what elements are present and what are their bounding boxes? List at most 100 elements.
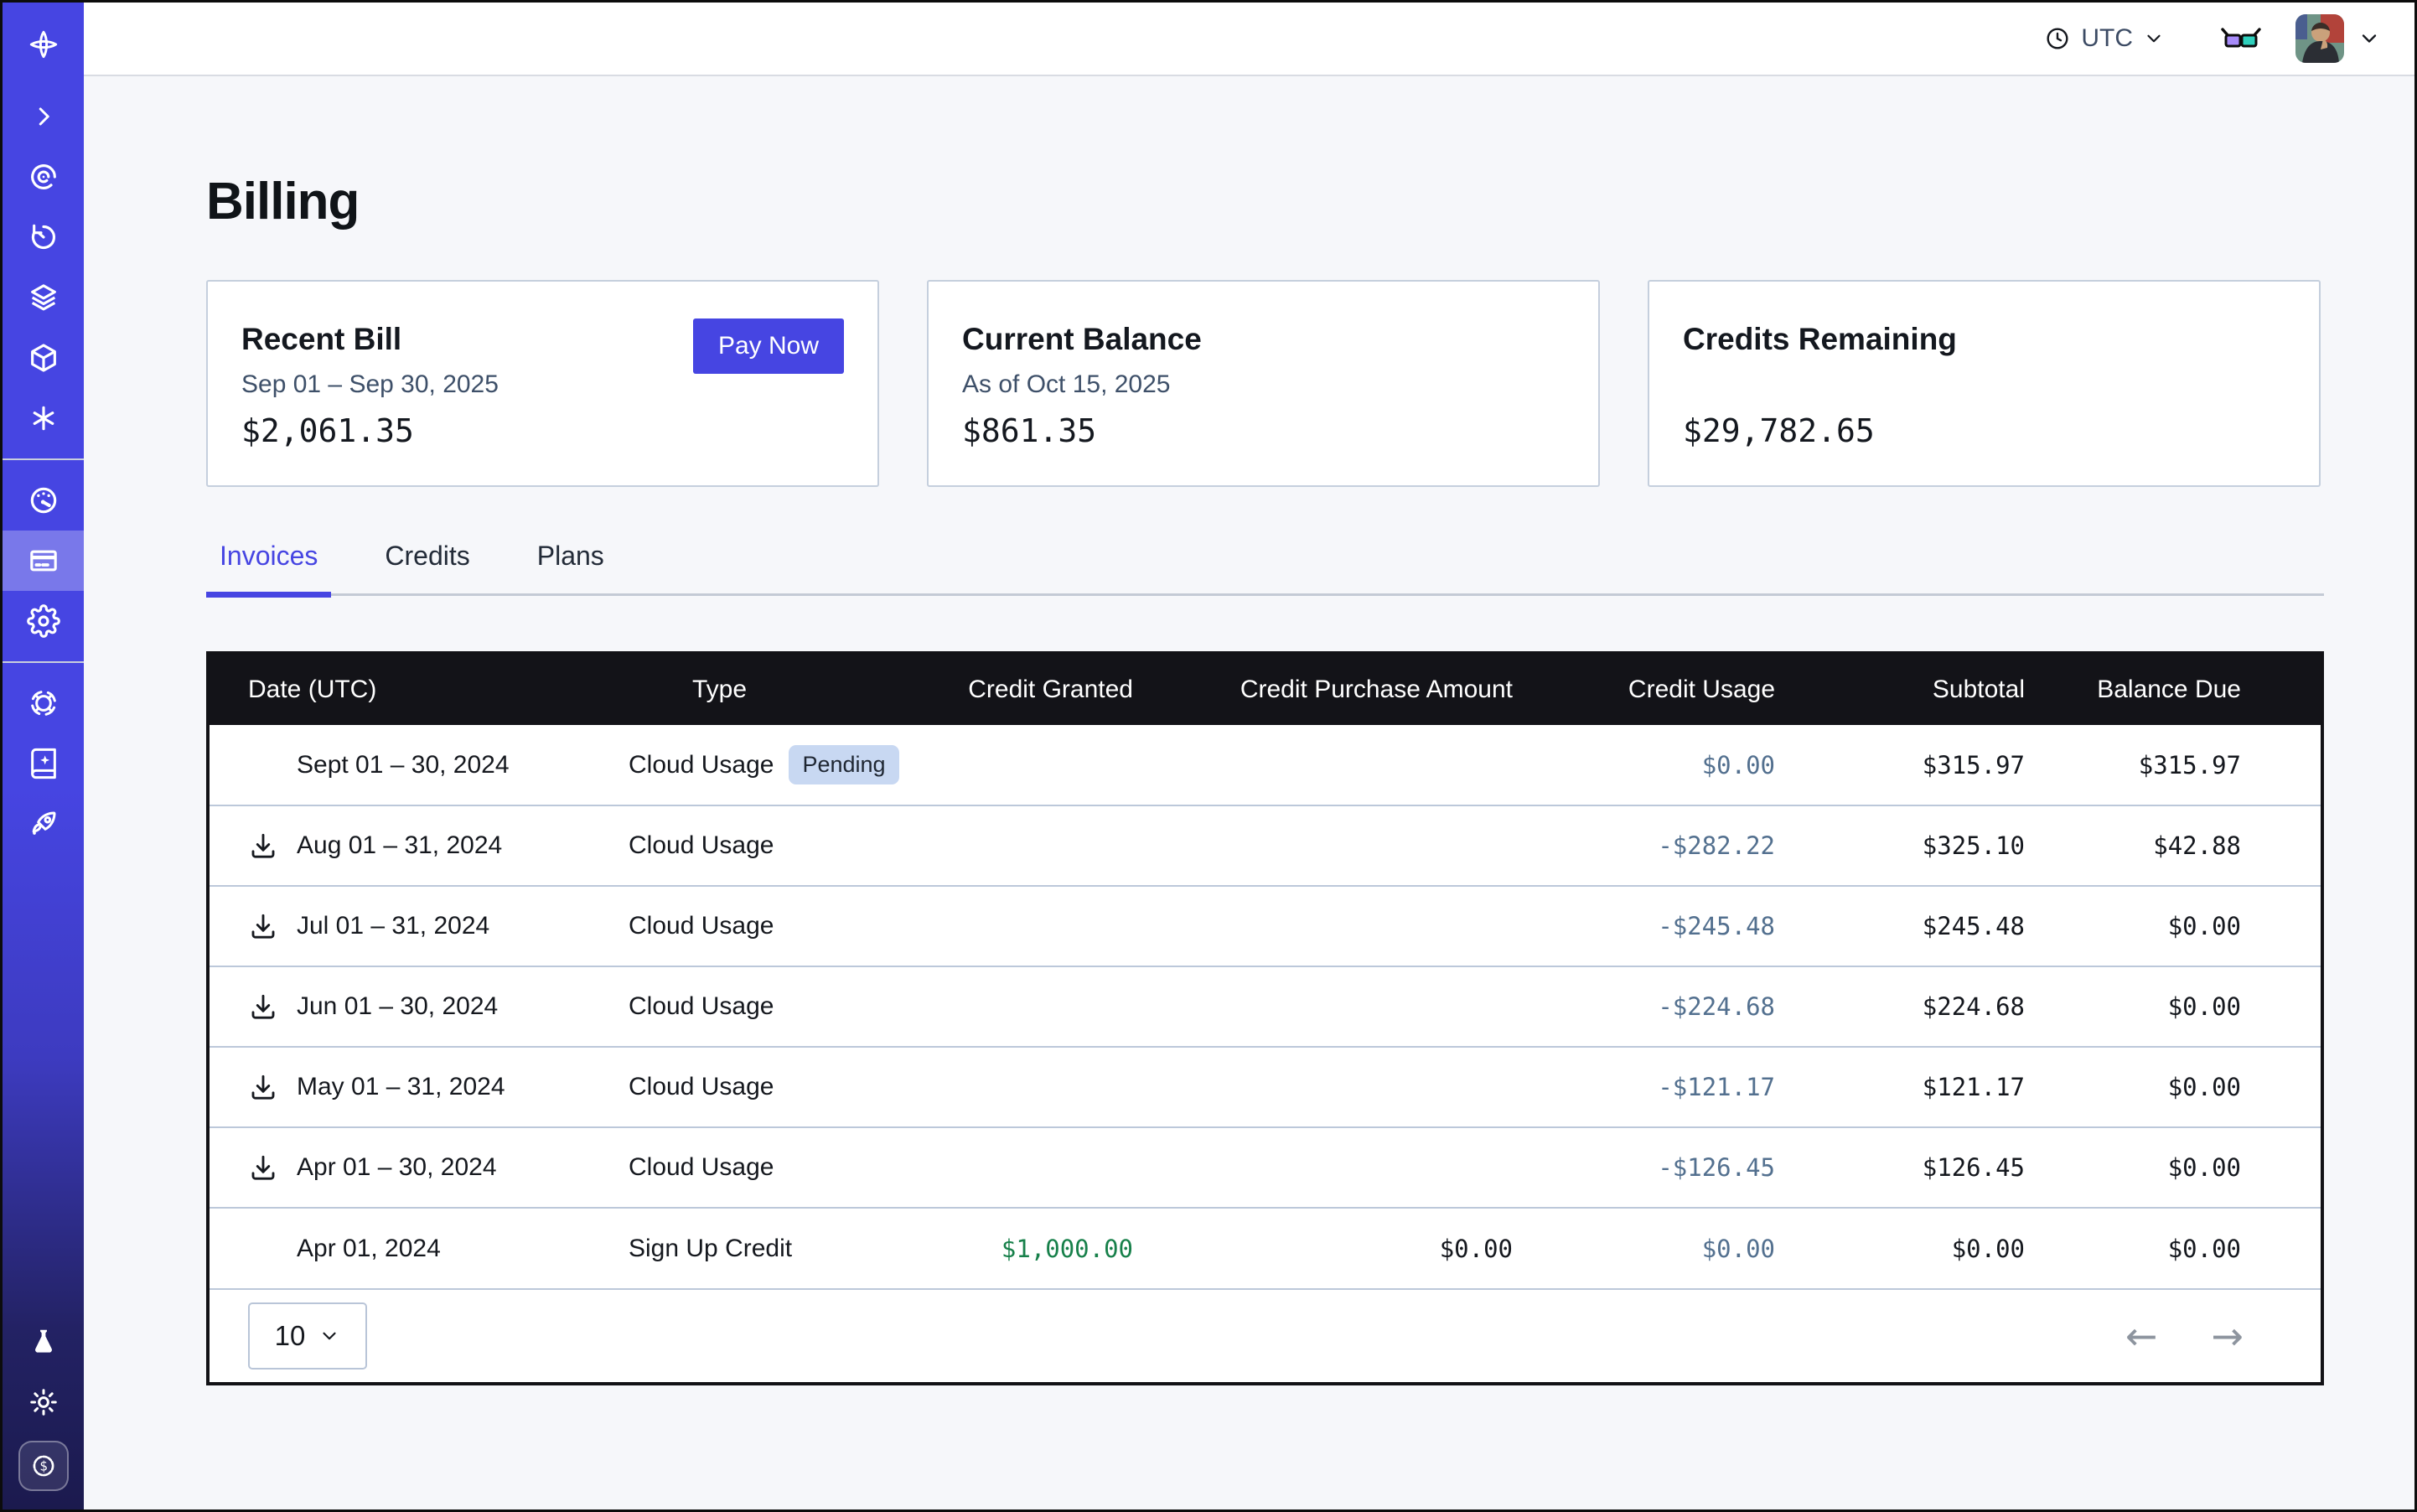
gear-icon: [27, 604, 60, 638]
col-date: Date (UTC): [210, 655, 629, 725]
invoice-date: Jul 01 – 31, 2024: [297, 912, 489, 940]
credit-purchase: [1182, 1127, 1563, 1208]
chevron-down-icon: [318, 1325, 340, 1347]
credit-purchase: [1182, 886, 1563, 966]
book-sparkle-icon: [27, 747, 60, 780]
page-size-select[interactable]: 10: [248, 1302, 367, 1370]
table-row: Jun 01 – 30, 2024 Cloud Usage -$224.68 $…: [210, 966, 2321, 1047]
sidebar-item-usage[interactable]: [3, 470, 84, 531]
current-balance-card: Current Balance As of Oct 15, 2025 $861.…: [927, 280, 1600, 487]
recent-bill-amount: $2,061.35: [241, 412, 414, 449]
sidebar-item-support[interactable]: [3, 673, 84, 733]
subtotal: $325.10: [1827, 805, 2078, 886]
next-page-button[interactable]: →: [2211, 1317, 2244, 1355]
col-credit-usage: Credit Usage: [1563, 655, 1827, 725]
balance-due: $315.97: [2078, 725, 2321, 805]
download-icon: [248, 911, 278, 941]
invoice-type: Cloud Usage: [629, 992, 774, 1020]
page-title: Billing: [206, 172, 2414, 231]
rocket-icon: [27, 807, 60, 841]
3d-glasses-button[interactable]: [2220, 24, 2262, 53]
credit-usage: -$224.68: [1563, 966, 1827, 1047]
balance-due: $0.00: [2078, 886, 2321, 966]
download-invoice-button[interactable]: [248, 992, 297, 1022]
download-invoice-button[interactable]: [248, 831, 297, 861]
avatar-photo: [2295, 14, 2344, 63]
helm-icon: [27, 686, 60, 720]
status-badge: Pending: [789, 745, 898, 784]
subtotal: $224.68: [1827, 966, 2078, 1047]
sidebar-item-layers[interactable]: [3, 267, 84, 328]
sidebar-bottom-group: $: [3, 1312, 84, 1509]
sun-icon: [28, 1386, 60, 1418]
app-logo-icon[interactable]: [3, 3, 84, 86]
download-invoice-button[interactable]: [248, 911, 297, 941]
table-row: Sept 01 – 30, 2024 Cloud UsagePending $0…: [210, 725, 2321, 805]
invoice-date: Jun 01 – 30, 2024: [297, 992, 498, 1021]
credit-granted: [922, 725, 1182, 805]
credit-granted: [922, 966, 1182, 1047]
sidebar-divider: [3, 661, 84, 663]
sidebar-item-launch[interactable]: [3, 794, 84, 854]
credit-granted: [922, 1047, 1182, 1127]
tab-credits[interactable]: Credits: [371, 541, 483, 598]
pay-now-button[interactable]: Pay Now: [693, 318, 844, 374]
invoice-type: Cloud Usage: [629, 1073, 774, 1100]
subtotal: $121.17: [1827, 1047, 2078, 1127]
table-footer: 10 ← →: [210, 1288, 2321, 1382]
sidebar-item-observe[interactable]: [3, 147, 84, 207]
sidebar-item-services[interactable]: [3, 388, 84, 448]
col-balance-due: Balance Due: [2078, 655, 2321, 725]
main-content: Billing Recent Bill Sep 01 – Sep 30, 202…: [84, 78, 2414, 1509]
history-icon: [27, 220, 60, 254]
avatar[interactable]: [2295, 14, 2344, 63]
download-invoice-button[interactable]: [248, 1072, 297, 1102]
sidebar-collapse-button[interactable]: [3, 86, 84, 147]
table-row: Apr 01 – 30, 2024 Cloud Usage -$126.45 $…: [210, 1127, 2321, 1208]
credit-purchase: [1182, 725, 1563, 805]
credit-usage: -$126.45: [1563, 1127, 1827, 1208]
sidebar-item-billing[interactable]: [3, 531, 84, 591]
credit-usage: -$245.48: [1563, 886, 1827, 966]
balance-due: $42.88: [2078, 805, 2321, 886]
current-balance-amount: $861.35: [962, 412, 1096, 449]
col-subtotal: Subtotal: [1827, 655, 2078, 725]
clock-icon: [2044, 25, 2071, 52]
balance-due: $0.00: [2078, 966, 2321, 1047]
account-menu-button[interactable]: [2357, 27, 2381, 50]
credit-usage: $0.00: [1563, 1208, 1827, 1288]
credit-granted: [922, 886, 1182, 966]
credits-badge-button[interactable]: $: [18, 1441, 69, 1491]
sidebar: $: [3, 3, 84, 1509]
tab-plans[interactable]: Plans: [524, 541, 618, 598]
timezone-selector[interactable]: UTC: [2044, 24, 2165, 53]
download-icon: [248, 1152, 278, 1183]
table-row: Aug 01 – 31, 2024 Cloud Usage -$282.22 $…: [210, 805, 2321, 886]
sidebar-item-cube[interactable]: [3, 328, 84, 388]
invoice-type: Cloud Usage: [629, 751, 774, 779]
download-invoice-button[interactable]: [248, 1152, 297, 1183]
prev-page-button[interactable]: ←: [2125, 1317, 2158, 1355]
invoice-date: Sept 01 – 30, 2024: [297, 751, 510, 779]
download-icon: [248, 831, 278, 861]
dollar-badge-icon: $: [28, 1450, 60, 1482]
tab-invoices[interactable]: Invoices: [206, 541, 331, 598]
theme-toggle[interactable]: [3, 1372, 84, 1432]
sidebar-item-settings[interactable]: [3, 591, 84, 651]
card-title: Credits Remaining: [1683, 322, 2285, 357]
sidebar-item-docs[interactable]: [3, 733, 84, 794]
flask-icon: [28, 1326, 60, 1358]
asterisk-icon: [28, 402, 60, 434]
gauge-icon: [27, 484, 60, 517]
sidebar-item-labs[interactable]: [3, 1312, 84, 1372]
card-title: Current Balance: [962, 322, 1565, 357]
balance-as-of: As of Oct 15, 2025: [962, 370, 1565, 399]
credit-granted: $1,000.00: [922, 1208, 1182, 1288]
credits-remaining-card: Credits Remaining $29,782.65: [1648, 280, 2321, 487]
col-credit-purchase: Credit Purchase Amount: [1182, 655, 1563, 725]
layers-icon: [27, 281, 60, 314]
invoice-type: Cloud Usage: [629, 831, 774, 859]
timezone-label: UTC: [2081, 24, 2133, 53]
sidebar-item-history[interactable]: [3, 207, 84, 267]
credits-remaining-amount: $29,782.65: [1683, 412, 1875, 449]
